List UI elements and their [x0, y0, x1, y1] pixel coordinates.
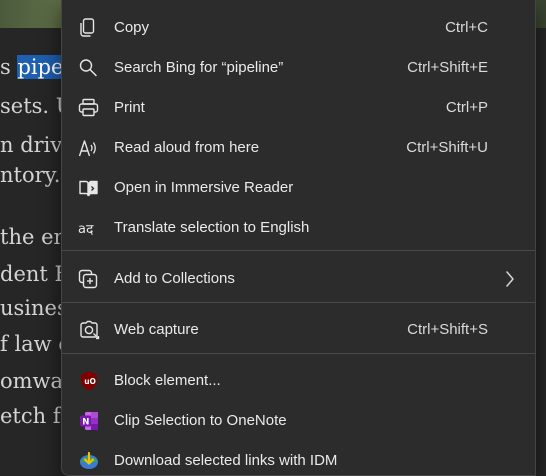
menu-item-immersive-reader[interactable]: Open in Immersive Reader — [62, 168, 535, 208]
copy-icon — [78, 18, 100, 38]
web-capture-icon — [78, 320, 100, 340]
menu-item-block-element[interactable]: uO Block element... — [62, 361, 535, 401]
menu-item-translate[interactable]: a द Translate selection to English — [62, 208, 535, 248]
idm-download-icon — [78, 451, 100, 471]
article-line: ntory. — [0, 163, 61, 187]
context-menu: Copy Ctrl+C Search Bing for “pipeline” C… — [61, 0, 536, 476]
menu-item-label: Clip Selection to OneNote — [114, 412, 287, 429]
menu-item-web-capture[interactable]: Web capture Ctrl+Shift+S — [62, 310, 535, 350]
menu-item-print[interactable]: Print Ctrl+P — [62, 88, 535, 128]
menu-separator — [62, 353, 535, 354]
svg-text:a: a — [78, 222, 86, 237]
menu-separator — [62, 302, 535, 303]
menu-item-download-idm[interactable]: Download selected links with IDM — [62, 441, 535, 476]
translate-icon: a द — [78, 218, 100, 238]
menu-item-read-aloud[interactable]: Read aloud from here Ctrl+Shift+U — [62, 128, 535, 168]
immersive-reader-icon — [78, 178, 100, 198]
svg-text:uO: uO — [84, 377, 96, 386]
onenote-icon: N — [78, 411, 100, 431]
article-line: dent B — [0, 262, 70, 286]
menu-item-label: Read aloud from here — [114, 139, 260, 156]
menu-item-label: Web capture — [114, 321, 199, 338]
menu-item-label: Print — [114, 99, 145, 116]
menu-item-label: Open in Immersive Reader — [114, 179, 294, 196]
menu-item-shortcut: Ctrl+Shift+E — [407, 59, 488, 76]
menu-item-copy[interactable]: Copy Ctrl+C — [62, 8, 535, 48]
menu-separator — [62, 250, 535, 251]
ublock-icon: uO — [78, 371, 100, 391]
menu-item-shortcut: Ctrl+C — [445, 19, 488, 36]
menu-item-label: Copy — [114, 19, 150, 36]
chevron-right-icon — [503, 270, 517, 288]
svg-text:द: द — [86, 222, 94, 238]
menu-item-label: Add to Collections — [114, 270, 235, 287]
menu-item-clip-onenote[interactable]: N Clip Selection to OneNote — [62, 401, 535, 441]
article-line: s pipel — [0, 53, 71, 81]
menu-item-label: Download selected links with IDM — [114, 452, 338, 469]
menu-item-shortcut: Ctrl+P — [445, 99, 488, 116]
printer-icon — [78, 98, 100, 118]
menu-item-add-to-collections[interactable]: Add to Collections — [62, 259, 535, 299]
search-icon — [78, 58, 100, 78]
svg-text:N: N — [82, 417, 89, 427]
menu-item-shortcut: Ctrl+Shift+U — [406, 139, 488, 156]
menu-item-label: Search Bing for “pipeline” — [114, 59, 284, 76]
article-text: s — [0, 55, 18, 79]
menu-item-shortcut: Ctrl+Shift+S — [407, 321, 488, 338]
collections-icon — [78, 269, 100, 289]
menu-item-label: Block element... — [114, 372, 221, 389]
menu-item-label: Translate selection to English — [114, 219, 310, 236]
menu-item-search-bing[interactable]: Search Bing for “pipeline” Ctrl+Shift+E — [62, 48, 535, 88]
read-aloud-icon — [78, 138, 100, 158]
